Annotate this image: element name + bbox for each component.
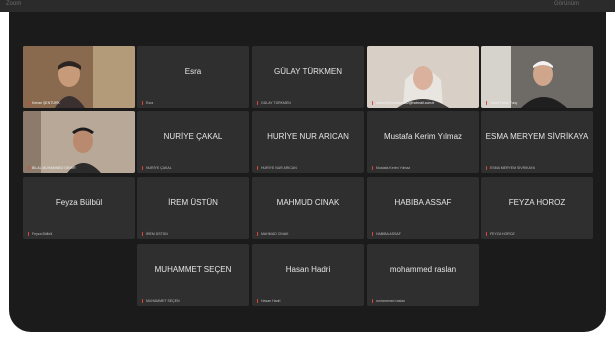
participant-name: GÜLAY TÜRKMEN — [273, 66, 342, 76]
participant-name: mohammed raslan — [389, 264, 457, 274]
participant-tile[interactable]: MAHMUD CINAK MAHMUD CINAK — [252, 177, 364, 239]
participant-caption: Yusuf Faruk Tunç — [485, 101, 517, 105]
mic-muted-icon — [256, 299, 259, 303]
mic-muted-icon — [141, 166, 144, 170]
mic-muted-icon — [256, 232, 259, 236]
mic-muted-icon — [27, 232, 30, 236]
participant-name: Mustafa Kerim Yılmaz — [383, 131, 463, 141]
participant-tile[interactable]: Kenan ŞENTÜRK — [23, 46, 135, 108]
participant-tile[interactable]: GÜLAY TÜRKMEN GÜLAY TÜRKMEN — [252, 46, 364, 108]
participant-video — [23, 46, 135, 108]
participant-caption: BİLAL MUHAMMED DEMİR — [27, 166, 76, 170]
participant-caption: MUHAMMET SEÇEN — [141, 299, 180, 303]
participant-caption: HURİYE NUR ARICAN — [256, 166, 297, 170]
participant-name: HURİYE NUR ARICAN — [267, 131, 349, 141]
mic-muted-icon — [371, 166, 374, 170]
participant-caption: ESMA MERYEM SİVRİKAYA — [485, 166, 535, 170]
mic-muted-icon — [256, 101, 259, 105]
participant-name: Esra — [184, 66, 202, 76]
participant-name: ESMA MERYEM SİVRİKAYA — [485, 131, 589, 141]
mic-muted-icon — [141, 299, 144, 303]
mic-muted-icon — [256, 166, 259, 170]
participant-caption: Hasan Hadri — [256, 299, 280, 303]
participant-tile[interactable]: Hasan Hadri Hasan Hadri — [252, 244, 364, 306]
participant-caption: Kenan ŞENTÜRK — [27, 101, 60, 105]
mic-muted-icon — [371, 232, 374, 236]
participant-caption: Feyza Bülbül — [27, 232, 52, 236]
participant-name: Feyza Bülbül — [55, 197, 103, 207]
participant-tile[interactable]: MUHAMMET SEÇEN MUHAMMET SEÇEN — [137, 244, 249, 306]
mic-muted-icon — [141, 101, 144, 105]
participant-caption: İREM ÜSTÜN — [141, 232, 168, 236]
participant-tile[interactable]: HURİYE NUR ARICAN HURİYE NUR ARICAN — [252, 111, 364, 173]
view-button[interactable]: Görünüm — [554, 1, 579, 7]
participant-name: MAHMUD CINAK — [276, 197, 340, 207]
participant-caption: MAHMUD CINAK — [256, 232, 288, 236]
zoom-gallery-window: Kenan ŞENTÜRK Esra Esra GÜLAY TÜRKMEN GÜ… — [9, 12, 606, 332]
participant-name: FEYZA HOROZ — [508, 197, 566, 207]
participant-tile[interactable]: ESMA MERYEM SİVRİKAYA ESMA MERYEM SİVRİK… — [481, 111, 593, 173]
participant-tile[interactable]: İREM ÜSTÜN İREM ÜSTÜN — [137, 177, 249, 239]
participant-caption: Mustafa Kerim Yılmaz — [371, 166, 410, 170]
participant-caption: HABIBA ASSAF — [371, 232, 401, 236]
participant-tile[interactable]: Mustafa Kerim Yılmaz Mustafa Kerim Yılma… — [367, 111, 479, 173]
participant-caption: mohammed raslan — [371, 299, 405, 303]
mic-muted-icon — [485, 101, 488, 105]
mic-muted-icon — [27, 101, 30, 105]
participant-tile[interactable]: FEYZA HOROZ FEYZA HOROZ — [481, 177, 593, 239]
participant-caption: GÜLAY TÜRKMEN — [256, 101, 291, 105]
participant-tile[interactable]: HABIBA ASSAF HABIBA ASSAF — [367, 177, 479, 239]
mic-muted-icon — [371, 101, 374, 105]
participant-tile[interactable]: Esra Esra — [137, 46, 249, 108]
participant-tile[interactable]: NURİYE ÇAKAL NURİYE ÇAKAL — [137, 111, 249, 173]
participant-tile[interactable]: hatice@nurhaticeduz@hotmail.com.tr — [367, 46, 479, 108]
mic-muted-icon — [485, 232, 488, 236]
participant-caption: NURİYE ÇAKAL — [141, 166, 172, 170]
participant-name: İREM ÜSTÜN — [168, 197, 218, 207]
participant-video — [367, 46, 479, 108]
participant-name: HABIBA ASSAF — [394, 197, 452, 207]
participant-caption: Esra — [141, 101, 153, 105]
participant-caption: hatice@nurhaticeduz@hotmail.com.tr — [371, 101, 434, 105]
participant-tile[interactable]: BİLAL MUHAMMED DEMİR — [23, 111, 135, 173]
top-strip: Zoom Görünüm — [0, 0, 615, 12]
participant-tile[interactable]: Feyza Bülbül Feyza Bülbül — [23, 177, 135, 239]
participant-caption: FEYZA HOROZ — [485, 232, 515, 236]
mic-muted-icon — [485, 166, 488, 170]
participant-tile[interactable]: Yusuf Faruk Tunç — [481, 46, 593, 108]
participant-name: Hasan Hadri — [285, 264, 331, 274]
participant-tile[interactable]: mohammed raslan mohammed raslan — [367, 244, 479, 306]
app-title: Zoom — [6, 1, 22, 7]
mic-muted-icon — [27, 166, 30, 170]
participant-name: MUHAMMET SEÇEN — [154, 264, 232, 274]
mic-muted-icon — [141, 232, 144, 236]
participant-video — [481, 46, 593, 108]
participant-video — [23, 111, 135, 173]
participant-name: NURİYE ÇAKAL — [163, 131, 223, 141]
mic-muted-icon — [371, 299, 374, 303]
